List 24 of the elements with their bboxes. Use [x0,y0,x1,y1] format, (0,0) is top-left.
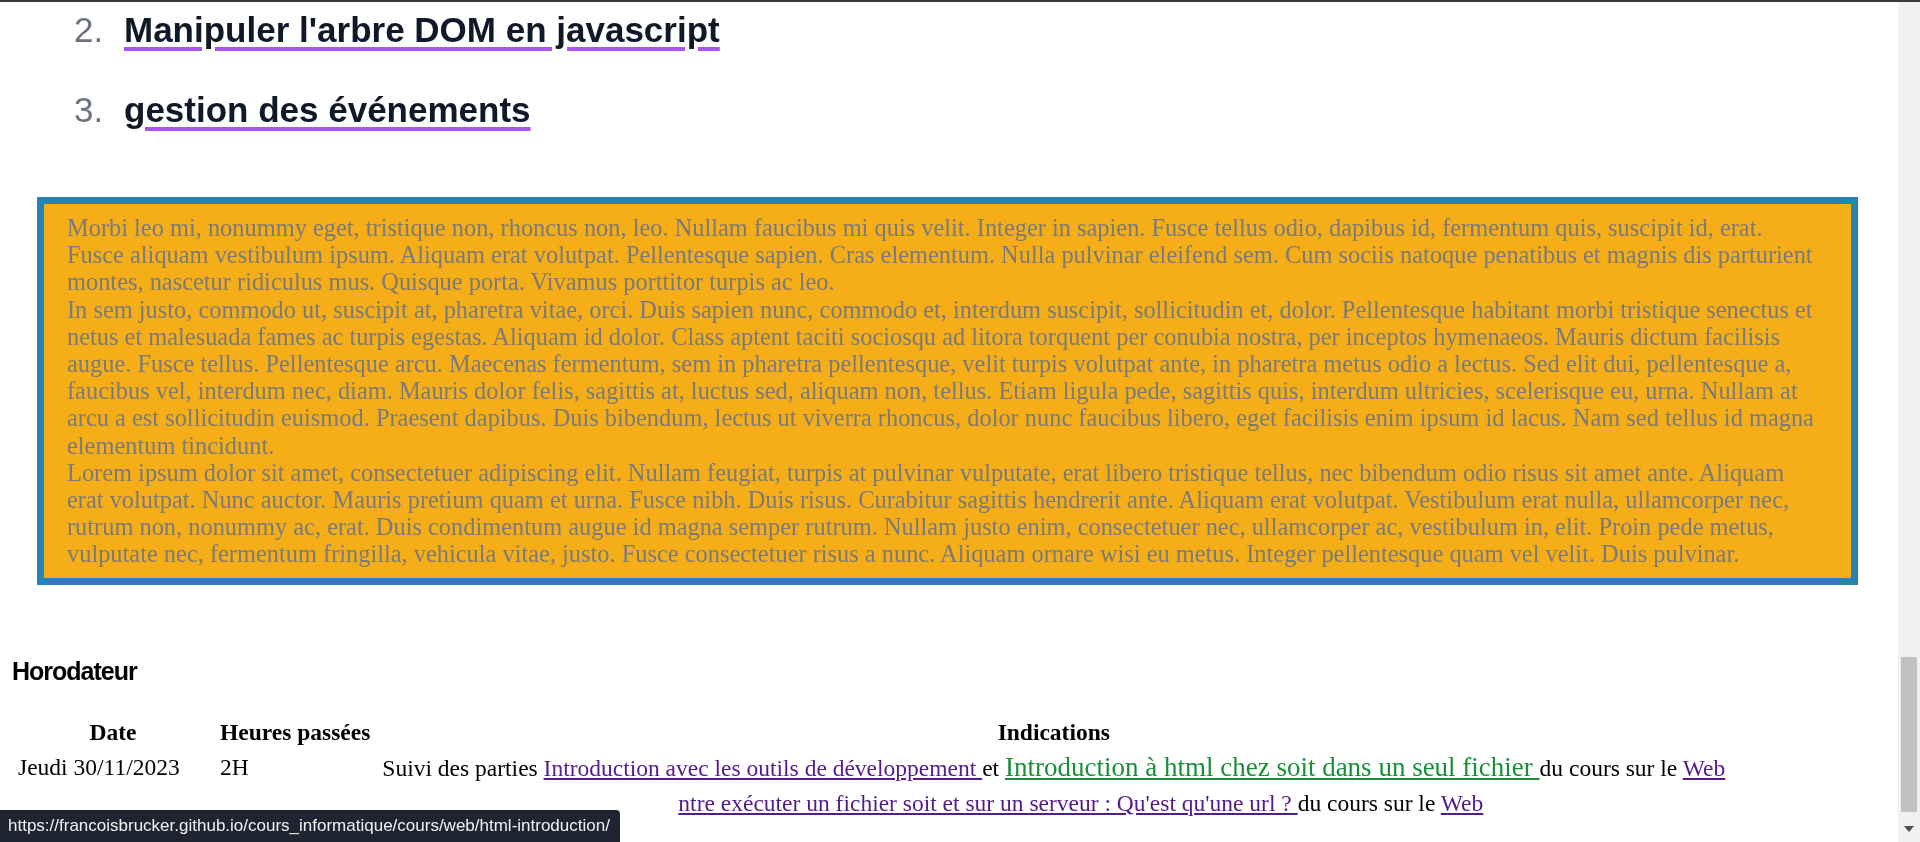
table-cell-text: ntre exécuter un fichier soit et sur un serveur : Qu'est qu'une url ? du cours sur le Web [677,789,1485,819]
scroll-down-arrow-icon[interactable] [1904,826,1914,832]
table-cell-text: Suivi des parties Introduction avec les outils de développement et Introduction à html chez soit dans un seul fichier du cours sur le Web [381,751,1727,785]
scrollbar[interactable] [1898,2,1920,842]
column-header: Indications [996,718,1111,748]
section-title: Horodateur [12,656,139,686]
table-cell-text: 2H [219,753,250,783]
link[interactable]: Web [1440,790,1484,817]
list-number: 2. [74,10,105,50]
link[interactable]: ntre exécuter un fichier soit et sur un serveur : Qu'est qu'une url ? [678,790,1298,817]
table-cell-text: Jeudi 30/11/2023 [17,753,181,783]
list-number: 3. [74,90,105,130]
chapter-link[interactable]: Manipuler l'arbre DOM en javascript [124,10,720,50]
paragraph: In sem justo, commodo ut, suscipit at, pharetra vitae, orci. Duis sapien nunc, commodo et, interdum suscipit, sollicitudin et, dolor. Pellentesque habitant morbi tristique senectus et netus et malesuada fames ac turpis egestas. Aliquam id dolor. Class aptent taciti sociosqu ad litora torquent per conubia nostra, per inceptos hymenaeos. Mauris dictum facilisis augue. Fusce tellus. Pellentesque arcu. Maecenas fermentum, sem in pharetra pellentesque, velit turpis volutpat ante, in pharetra metus odio a lectus. Sed elit dui, pellentesque a, faucibus vel, interdum nec, diam. Mauris dolor felis, sagittis at, luctus sed, aliquam non, tellus. Etiam ligula pede, sagittis quis, interdum ultricies, scelerisque eu, urna. Nullam at arcu a est sollicitudin euismod. Praesent dapibus. Duis bibendum, lectus ut viverra rhoncus, dolor nunc faucibus libero, eget facilisis enim ipsum id lacus. Nam sed tellus id magna elementum tincidunt. [67,295,1815,459]
link[interactable]: Introduction à html chez soit dans un seul fichier [1004,752,1540,783]
scrollbar-thumb[interactable] [1901,657,1917,812]
chapter-link[interactable]: gestion des événements [124,90,531,130]
paragraph: Morbi leo mi, nonummy eget, tristique non, rhoncus non, leo. Nullam faucibus mi quis velit. Integer in sapien. Fusce tellus odio, dapibus id, fermentum quis, suscipit id, erat. Fusce aliquam vestibulum ipsum. Aliquam erat volutpat. Pellentesque sapien. Cras elementum. Nulla pulvinar eleifend sem. Cum sociis natoque penatibus et magnis dis parturient montes, nascetur ridiculus mus. Quisque porta. Vivamus porttitor turpis ac leo. [67,214,1814,296]
link[interactable]: Introduction avec les outils de développement [543,755,983,782]
paragraph: Lorem ipsum dolor sit amet, consectetuer adipiscing elit. Nullam feugiat, turpis at pulvinar vulputate, erat libero tristique tellus, nec bibendum odio risus sit amet ante. Aliquam erat volutpat. Nunc auctor. Mauris pretium quam et urna. Fusce nibh. Duis risus. Curabitur sagittis hendrerit ante. Aliquam erat volutpat. Vestibulum erat nulla, ullamcorper nec, rutrum non, nonummy ac, erat. Duis condimentum augue id magna semper rutrum. Nullam justo enim, consectetuer nec, ullamcorper ac, vestibulum in, elit. Proin pede metus, vulputate nec, fermentum fringilla, vehicula vitae, justo. Fusce consectetuer risus a nunc. Aliquam ornare wisi eu metus. Integer pellentesque quam vel velit. Duis pulvinar. [67,458,1791,568]
column-header: Heures passées [219,718,372,748]
link[interactable]: Web [1682,755,1726,782]
column-header: Date [88,718,138,748]
status-url-tooltip: https://francoisbrucker.github.io/cours_informatique/cours/web/html-introduction/ [0,810,620,842]
